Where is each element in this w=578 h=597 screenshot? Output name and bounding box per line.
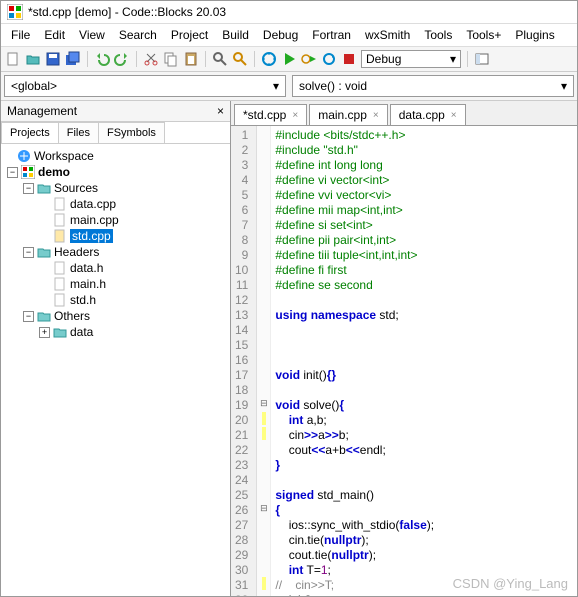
menu-edit[interactable]: Edit xyxy=(38,26,71,44)
window-title: *std.cpp [demo] - Code::Blocks 20.03 xyxy=(28,5,226,19)
close-icon[interactable]: × xyxy=(292,110,298,121)
editor-tab[interactable]: *std.cpp× xyxy=(234,104,307,125)
rebuild-icon[interactable] xyxy=(321,51,337,67)
copy-icon[interactable] xyxy=(163,51,179,67)
separator xyxy=(87,51,88,67)
tree-file[interactable]: std.h xyxy=(3,292,228,308)
build-icon[interactable] xyxy=(261,51,277,67)
fold-gutter[interactable]: ⊟⊟ xyxy=(257,126,271,596)
separator xyxy=(136,51,137,67)
redo-icon[interactable] xyxy=(114,51,130,67)
management-panel: Management × ProjectsFilesFSymbols Worksp… xyxy=(1,101,231,596)
separator xyxy=(205,51,206,67)
close-icon[interactable]: × xyxy=(217,104,224,118)
scope-bar: <global>▾ solve() : void▾ xyxy=(1,72,577,101)
tree-file[interactable]: main.h xyxy=(3,276,228,292)
menu-wxsmith[interactable]: wxSmith xyxy=(359,26,416,44)
menu-fortran[interactable]: Fortran xyxy=(306,26,357,44)
tree-file[interactable]: main.cpp xyxy=(3,212,228,228)
tree-workspace[interactable]: Workspace xyxy=(3,148,228,164)
tree-file[interactable]: std.cpp xyxy=(3,228,228,244)
menu-debug[interactable]: Debug xyxy=(257,26,304,44)
management-tabs: ProjectsFilesFSymbols xyxy=(1,122,230,144)
separator xyxy=(467,51,468,67)
tree-folder-headers[interactable]: −Headers xyxy=(3,244,228,260)
separator xyxy=(254,51,255,67)
build-target-select[interactable]: Debug▾ xyxy=(361,50,461,68)
chevron-down-icon: ▾ xyxy=(273,79,279,93)
build-run-icon[interactable] xyxy=(301,51,317,67)
project-tree[interactable]: Workspace−demo−Sourcesdata.cppmain.cppst… xyxy=(1,144,230,596)
tree-file[interactable]: data.cpp xyxy=(3,196,228,212)
toolbar: Debug▾ xyxy=(1,47,577,72)
menu-build[interactable]: Build xyxy=(216,26,255,44)
tree-folder[interactable]: +data xyxy=(3,324,228,340)
menubar: FileEditViewSearchProjectBuildDebugFortr… xyxy=(1,24,577,47)
tree-folder-others[interactable]: −Others xyxy=(3,308,228,324)
close-icon[interactable]: × xyxy=(451,110,457,121)
mgmt-tab-fsymbols[interactable]: FSymbols xyxy=(98,122,165,143)
tree-file[interactable]: data.h xyxy=(3,260,228,276)
toggle-panel-icon[interactable] xyxy=(474,51,490,67)
mgmt-tab-projects[interactable]: Projects xyxy=(1,122,59,143)
code-lines[interactable]: #include <bits/stdc++.h>#include "std.h"… xyxy=(271,126,438,596)
menu-plugins[interactable]: Plugins xyxy=(509,26,560,44)
find-icon[interactable] xyxy=(212,51,228,67)
run-icon[interactable] xyxy=(281,51,297,67)
open-icon[interactable] xyxy=(25,51,41,67)
code-editor[interactable]: 1234567891011121314151617181920212223242… xyxy=(231,126,577,596)
editor-tab[interactable]: main.cpp× xyxy=(309,104,388,125)
paste-icon[interactable] xyxy=(183,51,199,67)
save-icon[interactable] xyxy=(45,51,61,67)
menu-search[interactable]: Search xyxy=(113,26,163,44)
panel-title: Management xyxy=(7,104,77,118)
close-icon[interactable]: × xyxy=(373,110,379,121)
menu-tools+[interactable]: Tools+ xyxy=(460,26,507,44)
chevron-down-icon: ▾ xyxy=(450,52,456,66)
undo-icon[interactable] xyxy=(94,51,110,67)
editor-tabs: *std.cpp×main.cpp×data.cpp× xyxy=(231,101,577,126)
scope-select[interactable]: <global>▾ xyxy=(4,75,286,97)
abort-icon[interactable] xyxy=(341,51,357,67)
menu-view[interactable]: View xyxy=(73,26,111,44)
editor-area: *std.cpp×main.cpp×data.cpp× 123456789101… xyxy=(231,101,577,596)
editor-tab[interactable]: data.cpp× xyxy=(390,104,466,125)
menu-file[interactable]: File xyxy=(5,26,36,44)
replace-icon[interactable] xyxy=(232,51,248,67)
menu-project[interactable]: Project xyxy=(165,26,214,44)
cut-icon[interactable] xyxy=(143,51,159,67)
new-file-icon[interactable] xyxy=(5,51,21,67)
function-select[interactable]: solve() : void▾ xyxy=(292,75,574,97)
app-icon xyxy=(7,4,23,20)
chevron-down-icon: ▾ xyxy=(561,79,567,93)
mgmt-tab-files[interactable]: Files xyxy=(58,122,99,143)
save-all-icon[interactable] xyxy=(65,51,81,67)
line-gutter: 1234567891011121314151617181920212223242… xyxy=(231,126,257,596)
tree-project[interactable]: −demo xyxy=(3,164,228,180)
menu-tools[interactable]: Tools xyxy=(418,26,458,44)
tree-folder-sources[interactable]: −Sources xyxy=(3,180,228,196)
titlebar: *std.cpp [demo] - Code::Blocks 20.03 xyxy=(1,1,577,24)
